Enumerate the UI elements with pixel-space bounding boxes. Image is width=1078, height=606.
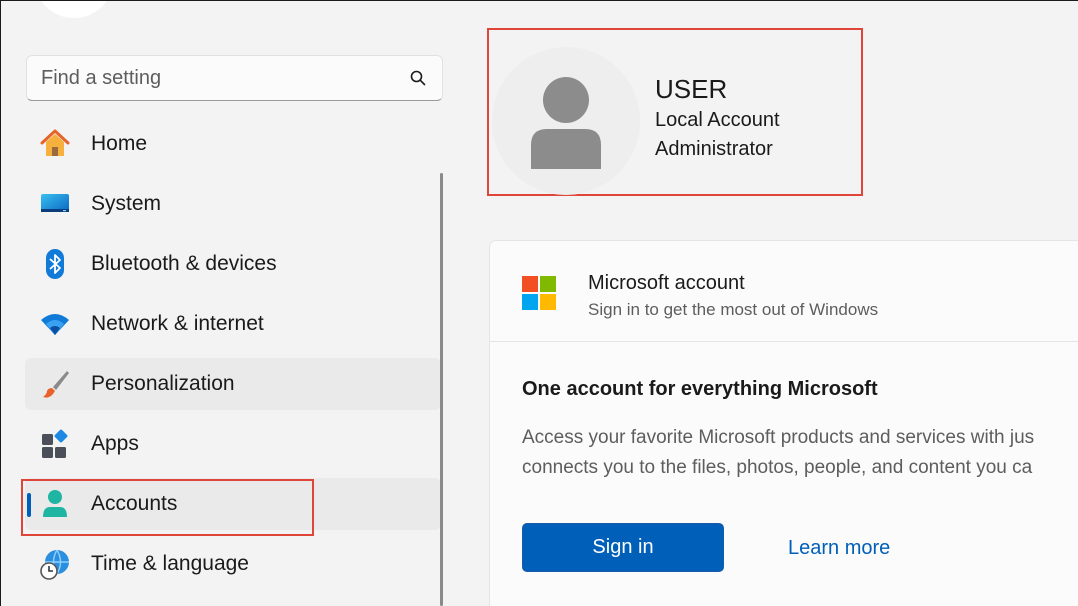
wifi-icon: [39, 308, 71, 340]
sidebar-item-label: Apps: [91, 432, 139, 455]
search-box[interactable]: [26, 55, 443, 101]
sidebar-item-bluetooth[interactable]: Bluetooth & devices: [25, 238, 441, 290]
sidebar-scrollbar[interactable]: [440, 173, 443, 606]
bluetooth-icon: [39, 248, 71, 280]
sidebar-item-label: Time & language: [91, 552, 249, 575]
microsoft-account-header[interactable]: Microsoft account Sign in to get the mos…: [490, 241, 1078, 342]
search-icon[interactable]: [408, 68, 428, 88]
profile-account-type: Local Account: [655, 109, 780, 131]
apps-icon: [39, 428, 71, 460]
profile-role: Administrator: [655, 138, 773, 160]
sidebar-item-home[interactable]: Home: [25, 118, 441, 170]
microsoft-account-card: Microsoft account Sign in to get the mos…: [489, 240, 1078, 606]
sidebar-item-label: System: [91, 192, 162, 215]
sidebar-item-label: Bluetooth & devices: [91, 252, 277, 275]
sidebar-item-network[interactable]: Network & internet: [25, 298, 441, 350]
profile-header: USER Local Account Administrator: [487, 28, 863, 196]
sidebar-item-time-language[interactable]: Time & language: [25, 538, 441, 590]
microsoft-account-subtitle: Sign in to get the most out of Windows: [588, 300, 879, 319]
description-line: connects you to the files, photos, peopl…: [522, 457, 1033, 478]
microsoft-account-description: Access your favorite Microsoft products …: [522, 423, 1078, 483]
sidebar-item-label: Personalization: [91, 372, 235, 395]
profile-name: USER: [655, 74, 728, 104]
sidebar-item-apps[interactable]: Apps: [25, 418, 441, 470]
home-icon: [39, 128, 71, 160]
avatar[interactable]: [492, 47, 640, 195]
globe-clock-icon: [39, 548, 71, 580]
sidebar-item-personalization[interactable]: Personalization: [25, 358, 441, 410]
learn-more-link[interactable]: Learn more: [788, 537, 890, 560]
top-avatar-partial: [34, 0, 114, 18]
sidebar-item-label: Network & internet: [91, 312, 264, 335]
sidebar-item-system[interactable]: System: [25, 178, 441, 230]
sidebar-item-label: Home: [91, 132, 148, 155]
person-silhouette-icon: [531, 77, 601, 169]
monitor-icon: [39, 188, 71, 220]
sign-in-button[interactable]: Sign in: [522, 523, 724, 572]
paintbrush-icon: [39, 368, 71, 400]
highlight-box-accounts: [21, 479, 314, 536]
microsoft-account-heading: One account for everything Microsoft: [522, 378, 878, 400]
microsoft-logo-icon: [522, 276, 556, 310]
search-input[interactable]: [41, 66, 408, 90]
microsoft-account-title: Microsoft account: [588, 272, 745, 294]
description-line: Access your favorite Microsoft products …: [522, 427, 1035, 448]
